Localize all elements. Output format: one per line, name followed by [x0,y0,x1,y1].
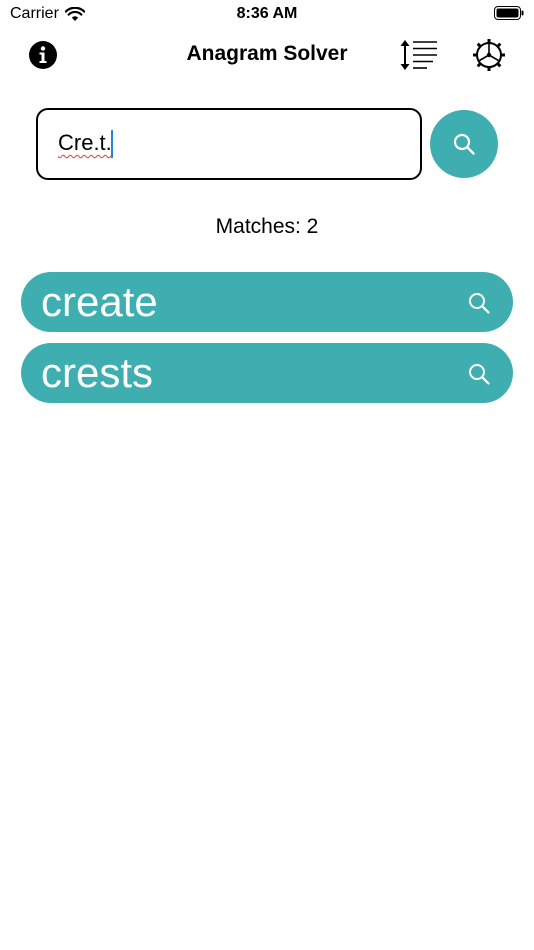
search-icon[interactable] [467,291,491,315]
result-list: create crests [21,272,513,414]
result-word: crests [41,349,154,396]
search-button[interactable] [430,110,498,178]
result-item[interactable]: create [21,272,513,332]
nav-bar: Anagram Solver [0,30,534,80]
search-input-value: Cre.t. [58,130,112,155]
result-word: create [41,278,158,325]
page-title: Anagram Solver [186,42,348,65]
result-item[interactable]: crests [21,343,513,403]
screen: Carrier 8:36 AM Anagram Solver Cre.t. Ma… [0,0,534,950]
status-bar: Carrier 8:36 AM [0,0,534,30]
search-icon [453,133,475,155]
matches-count: Matches: 2 [215,215,319,238]
search-icon[interactable] [467,362,491,386]
status-time: 8:36 AM [236,5,298,22]
settings-gear-icon[interactable] [472,38,506,72]
sort-lines-icon[interactable] [399,38,439,72]
battery-icon [494,6,524,20]
search-input[interactable]: Cre.t. [36,108,422,180]
text-caret [111,130,113,158]
